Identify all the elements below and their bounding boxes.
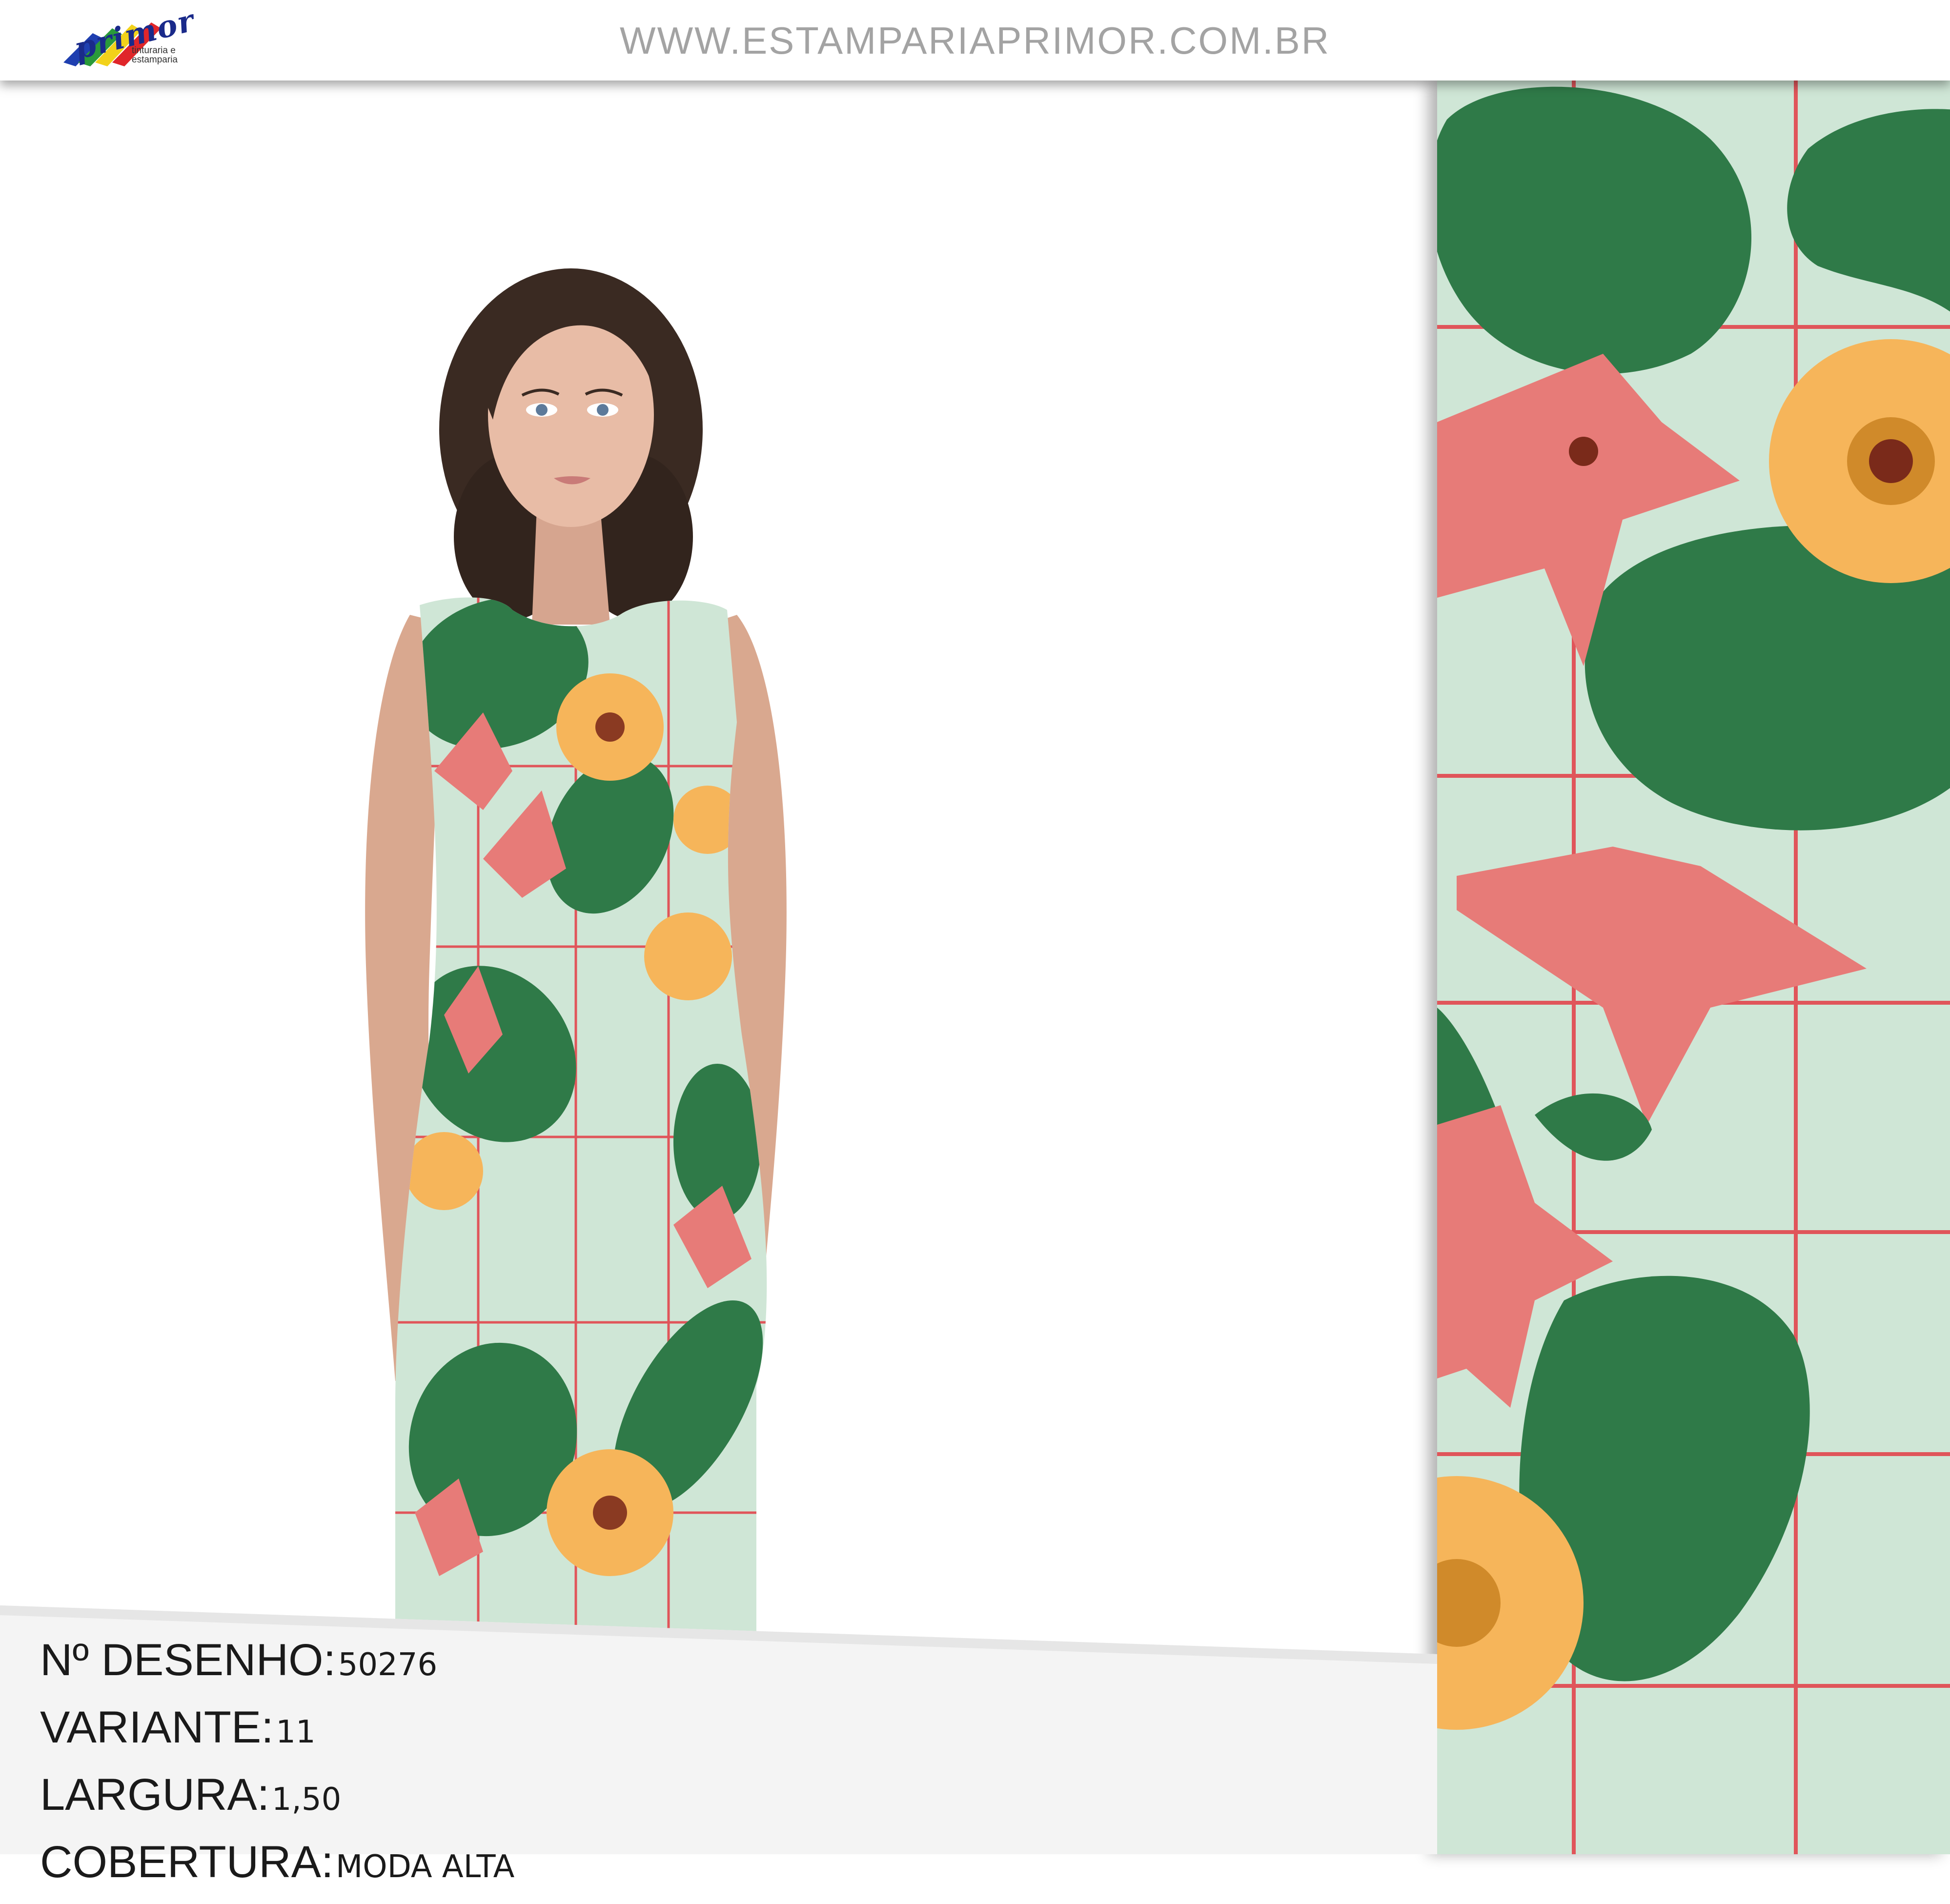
variant-label: VARIANTE: [40,1702,274,1752]
width-value: 1,50 [271,1782,342,1818]
design-number-row: Nº DESENHO: 50276 [40,1635,514,1702]
website-url[interactable]: WWW.ESTAMPARIAPRIMOR.COM.BR [620,19,1330,63]
model-photo [337,234,903,1640]
coverage-label: COBERTURA: [40,1837,334,1887]
coverage-row: COBERTURA: MODA ALTA [40,1837,514,1904]
variant-row: VARIANTE: 11 [40,1702,514,1769]
brand-logo[interactable]: primor tinturaria e estamparia [59,2,198,67]
logo-subtitle: tinturaria e estamparia [132,45,178,65]
header-bar: primor tinturaria e estamparia WWW.ESTAM… [0,0,1950,81]
width-row: LARGURA: 1,50 [40,1769,514,1837]
design-info: Nº DESENHO: 50276 VARIANTE: 11 LARGURA: … [40,1635,514,1904]
design-number-label: Nº DESENHO: [40,1635,336,1685]
width-label: LARGURA: [40,1770,270,1820]
fabric-swatch [1437,81,1950,1854]
design-number-value: 50276 [338,1647,438,1683]
variant-value: 11 [276,1714,316,1750]
coverage-value: MODA ALTA [335,1849,515,1885]
